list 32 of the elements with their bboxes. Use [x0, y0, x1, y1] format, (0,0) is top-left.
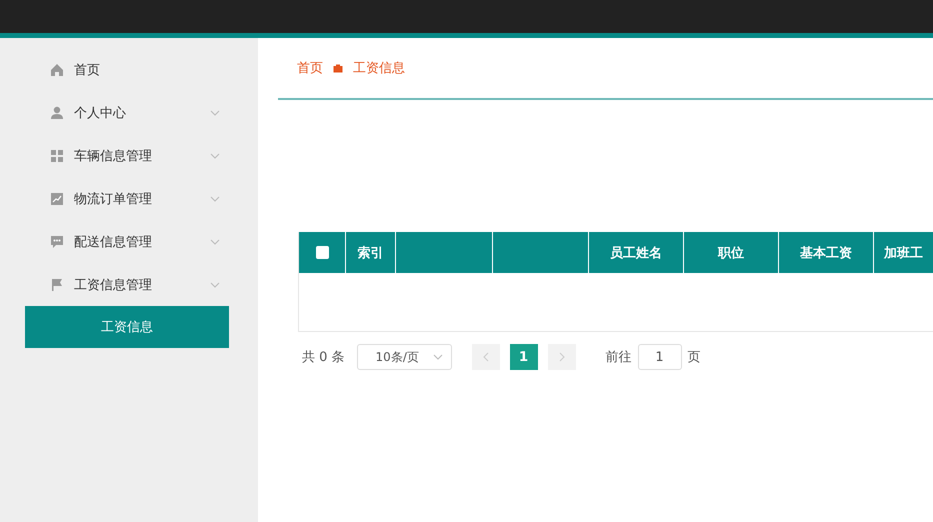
chevron-right-icon: [558, 352, 565, 362]
previous-page-button[interactable]: [472, 344, 500, 370]
sidebar-item[interactable]: 车辆信息管理: [0, 134, 258, 177]
goto-label: 前往: [606, 349, 632, 366]
total-count: 共 0 条: [302, 349, 345, 366]
column-header: 职位: [718, 244, 744, 262]
sidebar-item[interactable]: 物流订单管理: [0, 177, 258, 220]
grid-icon: [50, 148, 64, 162]
column-header: 员工姓名: [610, 244, 662, 262]
sidebar-item[interactable]: 首页: [0, 48, 258, 91]
sidebar-item[interactable]: 个人中心: [0, 91, 258, 134]
column-header: 索引: [358, 244, 384, 262]
sidebar-item[interactable]: 工资信息管理: [0, 263, 258, 306]
breadcrumb-item: 工资信息: [353, 60, 405, 77]
chat-icon: [50, 234, 64, 248]
page-suffix: 页: [688, 349, 701, 366]
chart-icon: [50, 192, 64, 206]
breadcrumb-item[interactable]: 首页: [297, 59, 323, 77]
submenu-item[interactable]: 工资信息: [25, 306, 229, 348]
page-input[interactable]: 1: [638, 344, 682, 370]
column-header: 加班工: [884, 244, 923, 262]
sidebar-item[interactable]: 配送信息管理: [0, 220, 258, 263]
chevron-left-icon: [482, 352, 489, 362]
select-all-checkbox[interactable]: [316, 246, 328, 259]
home-icon: [50, 62, 64, 76]
bag-icon: [333, 63, 343, 73]
page-size-select[interactable]: 10条/页: [356, 344, 452, 370]
chevron-down-icon: [432, 354, 443, 360]
column-header: 基本工资: [800, 244, 852, 262]
user-icon: [50, 106, 64, 120]
next-page-button[interactable]: [548, 344, 576, 370]
flag-icon: [50, 278, 64, 292]
